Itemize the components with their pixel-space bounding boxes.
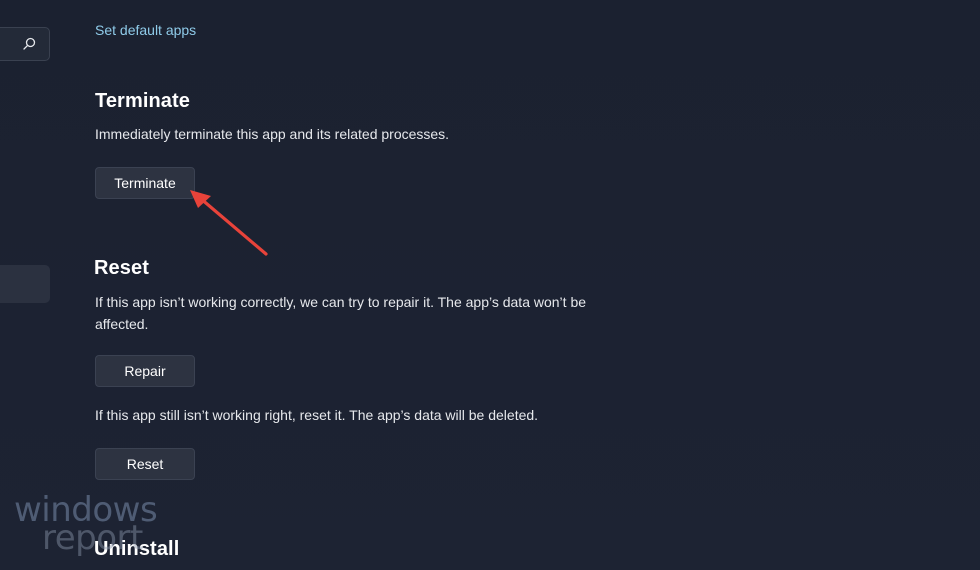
repair-button[interactable]: Repair [95,355,195,387]
windows-report-watermark: windows report [12,490,182,560]
sidebar-search-input[interactable] [0,27,50,61]
reset-button[interactable]: Reset [95,448,195,480]
search-icon[interactable] [21,36,37,52]
reset-heading: Reset [94,257,149,279]
terminate-description: Immediately terminate this app and its r… [95,126,450,142]
set-default-apps-link[interactable]: Set default apps [95,22,196,38]
annotation-arrow-icon [190,190,268,256]
sidebar-item-selected[interactable] [0,265,50,303]
watermark-line2: report [42,518,143,558]
app-settings-page: Set default apps Terminate Immediately t… [0,0,980,570]
terminate-heading: Terminate [95,90,191,112]
reset-description: If this app still isn’t working right, r… [95,407,539,423]
repair-description: If this app isn’t working correctly, we … [95,294,587,332]
terminate-button[interactable]: Terminate [95,167,195,199]
